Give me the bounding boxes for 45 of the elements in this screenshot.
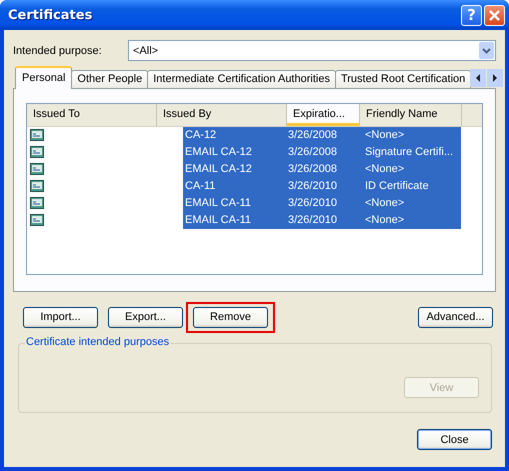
tab[interactable]: Trusted Root Certification [334,70,472,89]
table-cell[interactable]: ID Certificate [359,178,461,195]
table-cell[interactable]: 3/26/2008 [286,127,359,144]
button[interactable]: Remove [193,306,268,328]
table-cell[interactable]: CA-11 [183,178,286,195]
column-header[interactable]: Expiratio... [287,104,360,126]
table-cell[interactable]: <None> [359,161,461,178]
table-cell[interactable]: 3/26/2010 [286,195,359,212]
table-cell[interactable]: <None> [359,195,461,212]
table-cell[interactable]: CA-12 [183,127,286,144]
table-cell[interactable]: 3/26/2010 [286,178,359,195]
tab[interactable]: Personal [15,66,72,89]
table-cell[interactable]: <None> [359,212,461,229]
advanced-button[interactable]: Advanced... [418,306,493,328]
close-icon [488,8,501,22]
column-header[interactable]: Friendly Name [360,104,462,126]
field-label: Intended purpose: [13,44,103,56]
group-title: Certificate intended purposes [25,336,170,348]
table-cell[interactable]: 3/26/2008 [286,161,359,178]
table-cell[interactable]: 3/26/2008 [286,144,359,161]
column-header[interactable]: Issued To [27,104,157,126]
tab[interactable]: Intermediate Certification Authorities [147,70,336,89]
table-cell[interactable]: <None> [359,127,461,144]
scroll-right-icon[interactable] [487,69,504,87]
scroll-left-icon[interactable] [470,69,486,87]
certificate-icon [30,129,44,141]
table-cell[interactable]: EMAIL CA-12 [183,144,286,161]
purpose-dropdown[interactable]: <All> [128,40,496,61]
table-cell[interactable]: EMAIL CA-11 [183,212,286,229]
close-dialog-button[interactable]: Close [417,429,492,450]
certificate-icon [30,197,44,209]
table-cell[interactable]: EMAIL CA-11 [183,195,286,212]
certificate-icon [30,180,44,192]
window-title: Certificates [8,8,92,22]
certificate-icon [30,146,44,158]
help-button[interactable]: ? [461,4,482,26]
table-cell[interactable]: EMAIL CA-12 [183,161,286,178]
button[interactable]: Export... [108,306,183,328]
button[interactable]: Import... [23,306,98,328]
close-button[interactable] [484,4,505,26]
certificate-icon [30,163,44,175]
certificate-icon [30,214,44,226]
table-cell[interactable]: Signature Certifi... [359,144,461,161]
table-cell[interactable]: 3/26/2010 [286,212,359,229]
tab[interactable]: Other People [71,70,148,89]
